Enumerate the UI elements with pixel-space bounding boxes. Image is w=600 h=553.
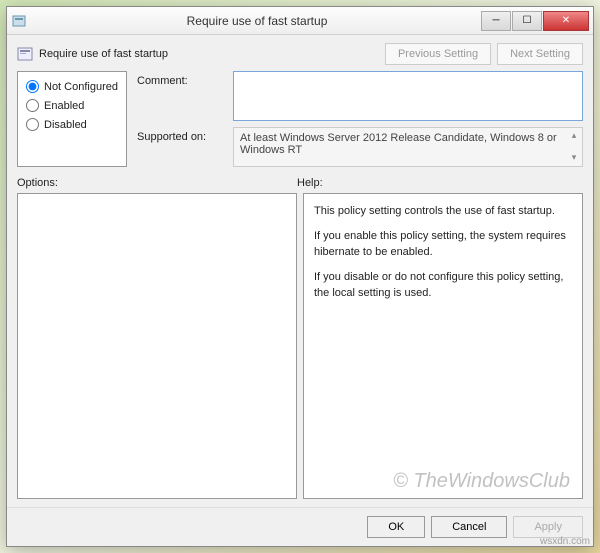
radio-not-configured[interactable]: Not Configured [26, 80, 118, 93]
dialog-content: Require use of fast startup Previous Set… [7, 35, 593, 507]
radio-enabled-input[interactable] [26, 99, 39, 112]
window-title: Require use of fast startup [33, 14, 481, 28]
help-label: Help: [297, 177, 583, 189]
policy-header-icon [17, 46, 33, 62]
supported-value: At least Windows Server 2012 Release Can… [240, 132, 557, 156]
options-panel [17, 193, 297, 499]
radio-disabled-input[interactable] [26, 118, 39, 131]
help-text-3: If you disable or do not configure this … [314, 270, 572, 301]
upper-section: Not Configured Enabled Disabled Comment: [17, 71, 583, 167]
cancel-button[interactable]: Cancel [431, 516, 507, 538]
previous-setting-button[interactable]: Previous Setting [385, 43, 491, 65]
help-text-2: If you enable this policy setting, the s… [314, 229, 572, 260]
scroll-down-icon[interactable]: ▾ [568, 152, 580, 164]
radio-not-configured-input[interactable] [26, 80, 39, 93]
comment-label: Comment: [137, 71, 227, 87]
next-setting-button[interactable]: Next Setting [497, 43, 583, 65]
scroll-up-icon[interactable]: ▴ [568, 130, 580, 142]
radio-disabled-label: Disabled [44, 119, 87, 131]
header-row: Require use of fast startup Previous Set… [17, 43, 583, 65]
radio-not-configured-label: Not Configured [44, 81, 118, 93]
help-text-1: This policy setting controls the use of … [314, 204, 572, 219]
dialog-footer: OK Cancel Apply [7, 507, 593, 546]
maximize-button[interactable]: ☐ [512, 11, 542, 31]
lower-section: This policy setting controls the use of … [17, 193, 583, 499]
dialog-window: Require use of fast startup ─ ☐ ✕ Requir… [6, 6, 594, 547]
close-button[interactable]: ✕ [543, 11, 589, 31]
titlebar[interactable]: Require use of fast startup ─ ☐ ✕ [7, 7, 593, 35]
ok-button[interactable]: OK [367, 516, 425, 538]
window-controls: ─ ☐ ✕ [481, 11, 589, 31]
supported-row: Supported on: At least Windows Server 20… [137, 127, 583, 167]
fields-column: Comment: Supported on: At least Windows … [137, 71, 583, 167]
nav-buttons: Previous Setting Next Setting [385, 43, 583, 65]
radio-disabled[interactable]: Disabled [26, 118, 118, 131]
options-label: Options: [17, 177, 297, 189]
minimize-button[interactable]: ─ [481, 11, 511, 31]
policy-name: Require use of fast startup [39, 48, 385, 60]
comment-row: Comment: [137, 71, 583, 121]
help-panel: This policy setting controls the use of … [303, 193, 583, 499]
radio-enabled-label: Enabled [44, 100, 84, 112]
policy-icon [11, 13, 27, 29]
apply-button[interactable]: Apply [513, 516, 583, 538]
radio-enabled[interactable]: Enabled [26, 99, 118, 112]
comment-input[interactable] [233, 71, 583, 121]
supported-label: Supported on: [137, 127, 227, 143]
supported-on-text: At least Windows Server 2012 Release Can… [233, 127, 583, 167]
state-radio-group: Not Configured Enabled Disabled [17, 71, 127, 167]
lower-labels: Options: Help: [17, 177, 583, 189]
